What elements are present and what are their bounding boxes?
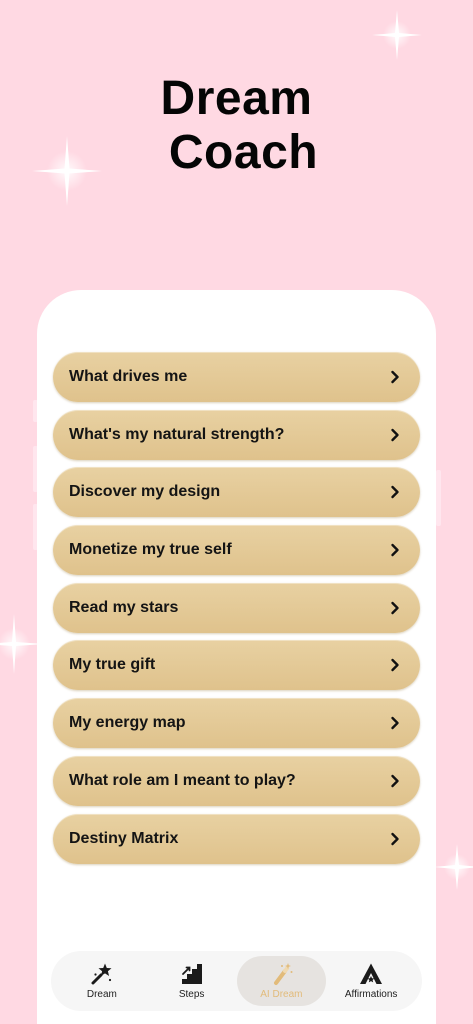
bottom-tab-bar: Dream Steps AI Dream Affirmations <box>51 951 422 1011</box>
menu-item-label: Discover my design <box>69 483 221 501</box>
chevron-right-icon <box>391 832 399 845</box>
tab-label: Dream <box>86 989 117 1000</box>
chevron-right-icon <box>391 659 399 672</box>
stairs-icon <box>181 964 202 984</box>
menu-item-energy-map[interactable]: My energy map <box>53 698 420 749</box>
menu-item-label: My true gift <box>69 656 156 674</box>
tab-dream[interactable]: Dream <box>57 956 147 1006</box>
phone-side-button <box>436 470 441 526</box>
chevron-right-icon <box>391 774 399 788</box>
star-wand-icon <box>91 963 112 985</box>
tab-affirmations[interactable]: Affirmations <box>326 956 416 1006</box>
tab-ai-dream[interactable]: AI Dream <box>236 956 327 1006</box>
tab-label: AI Dream <box>260 989 303 1000</box>
menu-item-label: What drives me <box>69 368 188 385</box>
chevron-right-icon <box>391 543 399 557</box>
chevron-right-icon <box>391 716 399 730</box>
menu-item-monetize-true-self[interactable]: Monetize my true self <box>53 525 420 576</box>
triangle-star-icon <box>360 963 383 984</box>
chevron-right-icon <box>391 486 399 499</box>
tab-label: Affirmations <box>344 989 398 1000</box>
menu-item-true-gift[interactable]: My true gift <box>53 640 420 691</box>
menu-item-what-drives-me[interactable]: What drives me <box>53 352 420 402</box>
app-title: Dream Coach <box>0 72 473 180</box>
app-title-line1: Dream <box>160 72 313 125</box>
menu-item-label: What's my natural strength? <box>69 425 285 443</box>
menu-item-label: Read my stars <box>69 598 179 616</box>
coach-menu: What drives me What's my natural strengt… <box>53 352 420 871</box>
menu-item-role-meant-to-play[interactable]: What role am I meant to play? <box>53 755 420 806</box>
menu-item-label: My energy map <box>69 714 186 732</box>
menu-item-label: Monetize my true self <box>69 541 232 559</box>
chevron-right-icon <box>391 370 399 384</box>
menu-item-read-my-stars[interactable]: Read my stars <box>53 582 420 633</box>
sparkle-icon <box>432 842 473 892</box>
chevron-right-icon <box>391 428 399 441</box>
menu-item-label: What role am I meant to play? <box>69 771 296 789</box>
menu-item-discover-design[interactable]: Discover my design <box>53 467 420 518</box>
chevron-right-icon <box>391 601 399 614</box>
menu-item-natural-strength[interactable]: What's my natural strength? <box>53 409 420 460</box>
app-title-line2: Coach <box>168 126 319 179</box>
tab-label: Steps <box>178 989 205 1000</box>
menu-item-destiny-matrix[interactable]: Destiny Matrix <box>53 813 420 864</box>
magic-wand-icon <box>274 963 293 985</box>
menu-item-label: Destiny Matrix <box>69 829 179 847</box>
tab-steps[interactable]: Steps <box>147 956 237 1006</box>
sparkle-icon <box>370 8 424 62</box>
